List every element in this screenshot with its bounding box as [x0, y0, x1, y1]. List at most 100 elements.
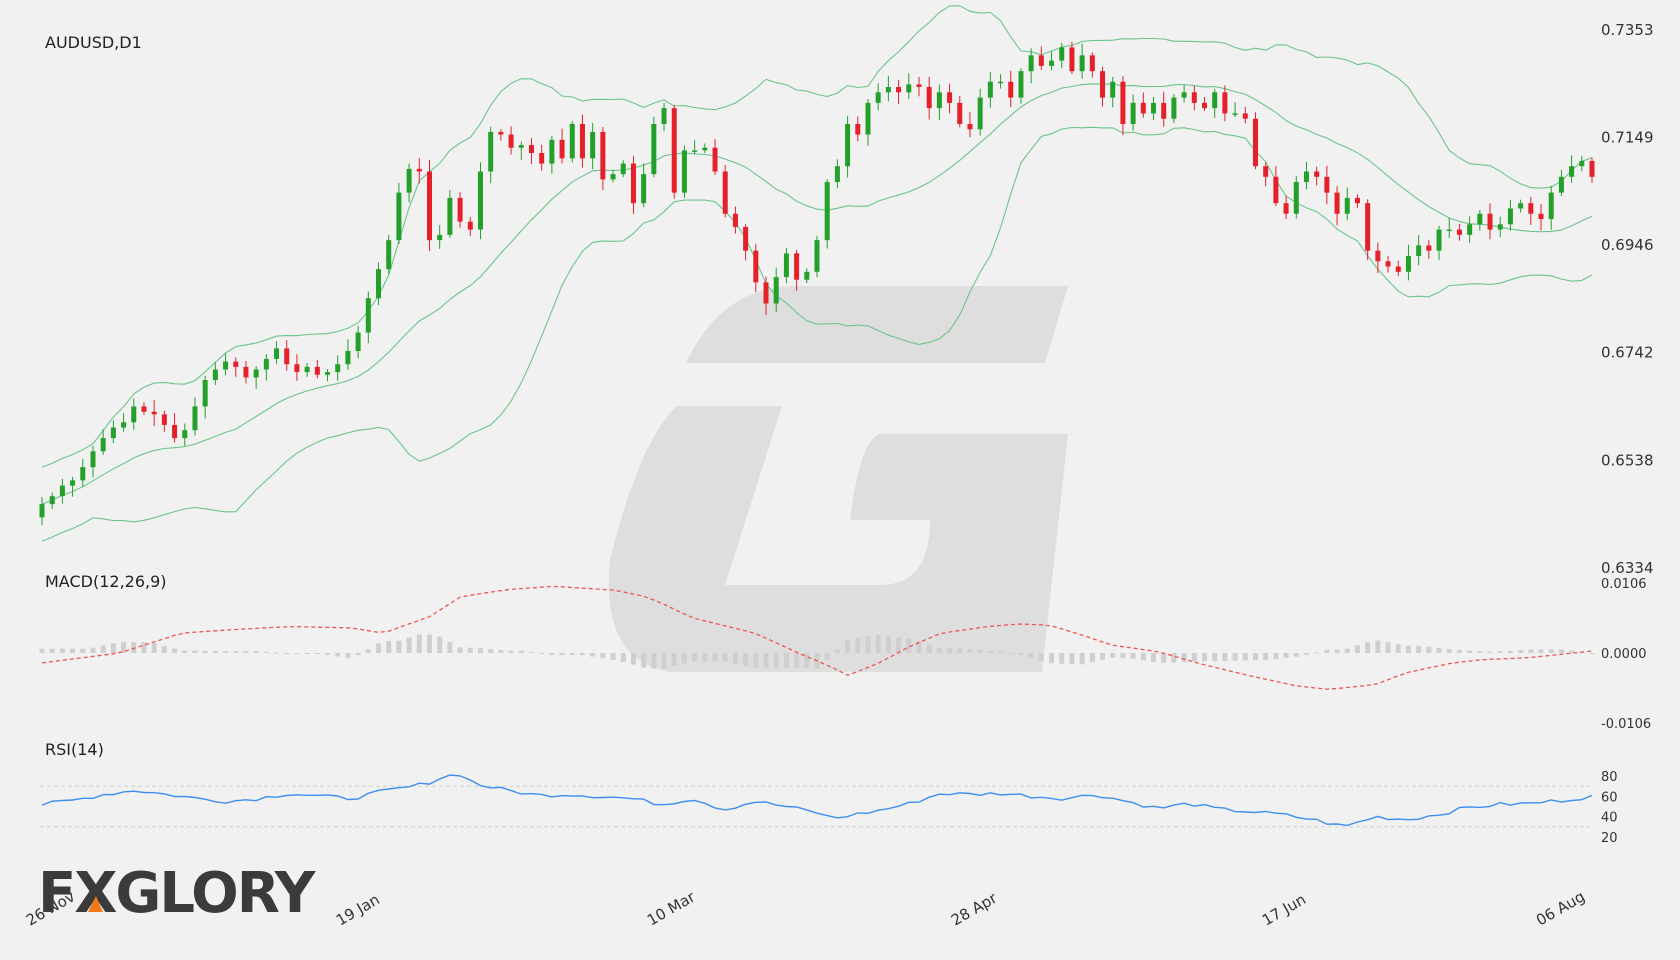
macd-histogram-bar [967, 648, 973, 653]
candle-body [1202, 102, 1207, 109]
watermark-g-logo [608, 286, 1068, 672]
candle-body [1130, 102, 1136, 124]
candle-body [1089, 55, 1095, 72]
macd-histogram-bar [1314, 652, 1320, 654]
candle-body [182, 430, 188, 439]
candle-body [1212, 92, 1218, 109]
candle-body [416, 168, 422, 172]
macd-histogram-bar [182, 650, 188, 653]
candle-body [1426, 245, 1432, 251]
candle-body [692, 150, 698, 152]
macd-histogram-bar [1538, 649, 1544, 653]
rsi-y-axis: 80 60 40 20 [1601, 770, 1618, 846]
x-tick-label: 17 Jun [1259, 890, 1309, 929]
macd-histogram-bar [845, 639, 851, 653]
macd-histogram-bar [1477, 651, 1483, 653]
macd-histogram-bar [325, 653, 331, 655]
candle-body [1028, 55, 1034, 72]
macd-histogram-bar [1375, 640, 1381, 653]
candle-body [1181, 92, 1187, 98]
macd-histogram-bar [926, 644, 932, 653]
macd-histogram-bar [641, 653, 647, 668]
candle-body [855, 123, 861, 135]
candle-body [1008, 81, 1014, 98]
fxglory-logo: FXGLORY [38, 861, 319, 926]
candle-body [885, 87, 891, 93]
candle-body [865, 102, 871, 135]
candle-body [1538, 213, 1544, 220]
candle-body [1528, 203, 1534, 214]
candle-body [1110, 81, 1116, 98]
candle-body [90, 451, 96, 468]
price-y-tick: 0.6334 [1601, 559, 1654, 577]
candle-body [172, 424, 178, 439]
macd-histogram-bar [284, 653, 290, 654]
macd-histogram-bar [1028, 653, 1034, 659]
candle-body [1518, 203, 1524, 209]
macd-histogram-bar [732, 653, 738, 664]
candle-body [1375, 250, 1381, 262]
macd-histogram-bar [59, 648, 65, 653]
candle-body [1263, 166, 1269, 177]
candle-body [1283, 203, 1289, 214]
candle-body [1059, 47, 1065, 61]
macd-histogram-bar [1365, 642, 1371, 653]
macd-histogram-bar [1140, 653, 1146, 661]
macd-histogram-bar [1548, 649, 1554, 653]
candle-body [1497, 224, 1503, 230]
candle-body [600, 131, 606, 180]
macd-histogram-bar [151, 643, 157, 653]
macd-histogram-bar [804, 653, 810, 669]
macd-histogram-bar [1273, 653, 1279, 660]
macd-histogram-bar [1385, 642, 1391, 653]
macd-histogram-bar [1518, 650, 1524, 653]
macd-histogram-bar [263, 651, 269, 653]
candle-body [549, 139, 555, 164]
price-y-tick: 0.6742 [1601, 344, 1654, 362]
macd-histogram-bar [651, 653, 657, 669]
candle-body [1273, 176, 1279, 204]
macd-histogram-bar [1446, 648, 1452, 653]
macd-y-axis: 0.0106 0.0000 -0.0106 [1601, 577, 1651, 732]
candle-body [1344, 197, 1350, 214]
macd-histogram-bar [1038, 653, 1044, 661]
macd-histogram-bar [1426, 646, 1432, 653]
macd-histogram-bar [1293, 653, 1299, 657]
macd-histogram-bar [406, 637, 412, 653]
price-y-tick: 0.7149 [1601, 129, 1654, 147]
macd-histogram-bar [70, 648, 76, 653]
candle-body [783, 253, 789, 278]
candle-body [223, 361, 229, 370]
candle-body [1242, 113, 1248, 119]
candle-body [1558, 176, 1564, 193]
macd-histogram-bar [304, 653, 310, 654]
candle-body [773, 277, 779, 304]
macd-histogram-bar [579, 653, 585, 656]
rsi-y-tick: 40 [1601, 811, 1618, 826]
candle-body [620, 163, 626, 175]
candle-body [702, 147, 708, 151]
macd-histogram-bar [957, 648, 963, 653]
candle-body [437, 234, 443, 241]
rsi-y-tick: 60 [1601, 790, 1618, 805]
candle-body [1477, 213, 1483, 225]
candle-body [243, 366, 249, 378]
macd-histogram-bar [1528, 649, 1534, 653]
candle-body [498, 131, 504, 135]
macd-histogram-bar [1008, 653, 1014, 654]
candle-body [539, 153, 545, 164]
macd-histogram-bar [1263, 653, 1269, 661]
macd-histogram-bar [141, 642, 147, 653]
macd-histogram-bar [355, 653, 361, 656]
candle-body [743, 226, 749, 251]
candle-body [355, 332, 361, 352]
macd-histogram-bar [376, 643, 382, 653]
chart-canvas: AUDUSD,D1 0.7353 0.7149 0.6946 0.6742 0.6538… [0, 0, 1680, 960]
candlestick-series [39, 41, 1595, 526]
macd-histogram-bar [783, 653, 789, 668]
candle-body [1334, 192, 1340, 214]
candle-body [1467, 224, 1473, 235]
macd-histogram-bar [1151, 653, 1157, 662]
candle-body [732, 213, 738, 227]
candle-body [1038, 55, 1044, 66]
